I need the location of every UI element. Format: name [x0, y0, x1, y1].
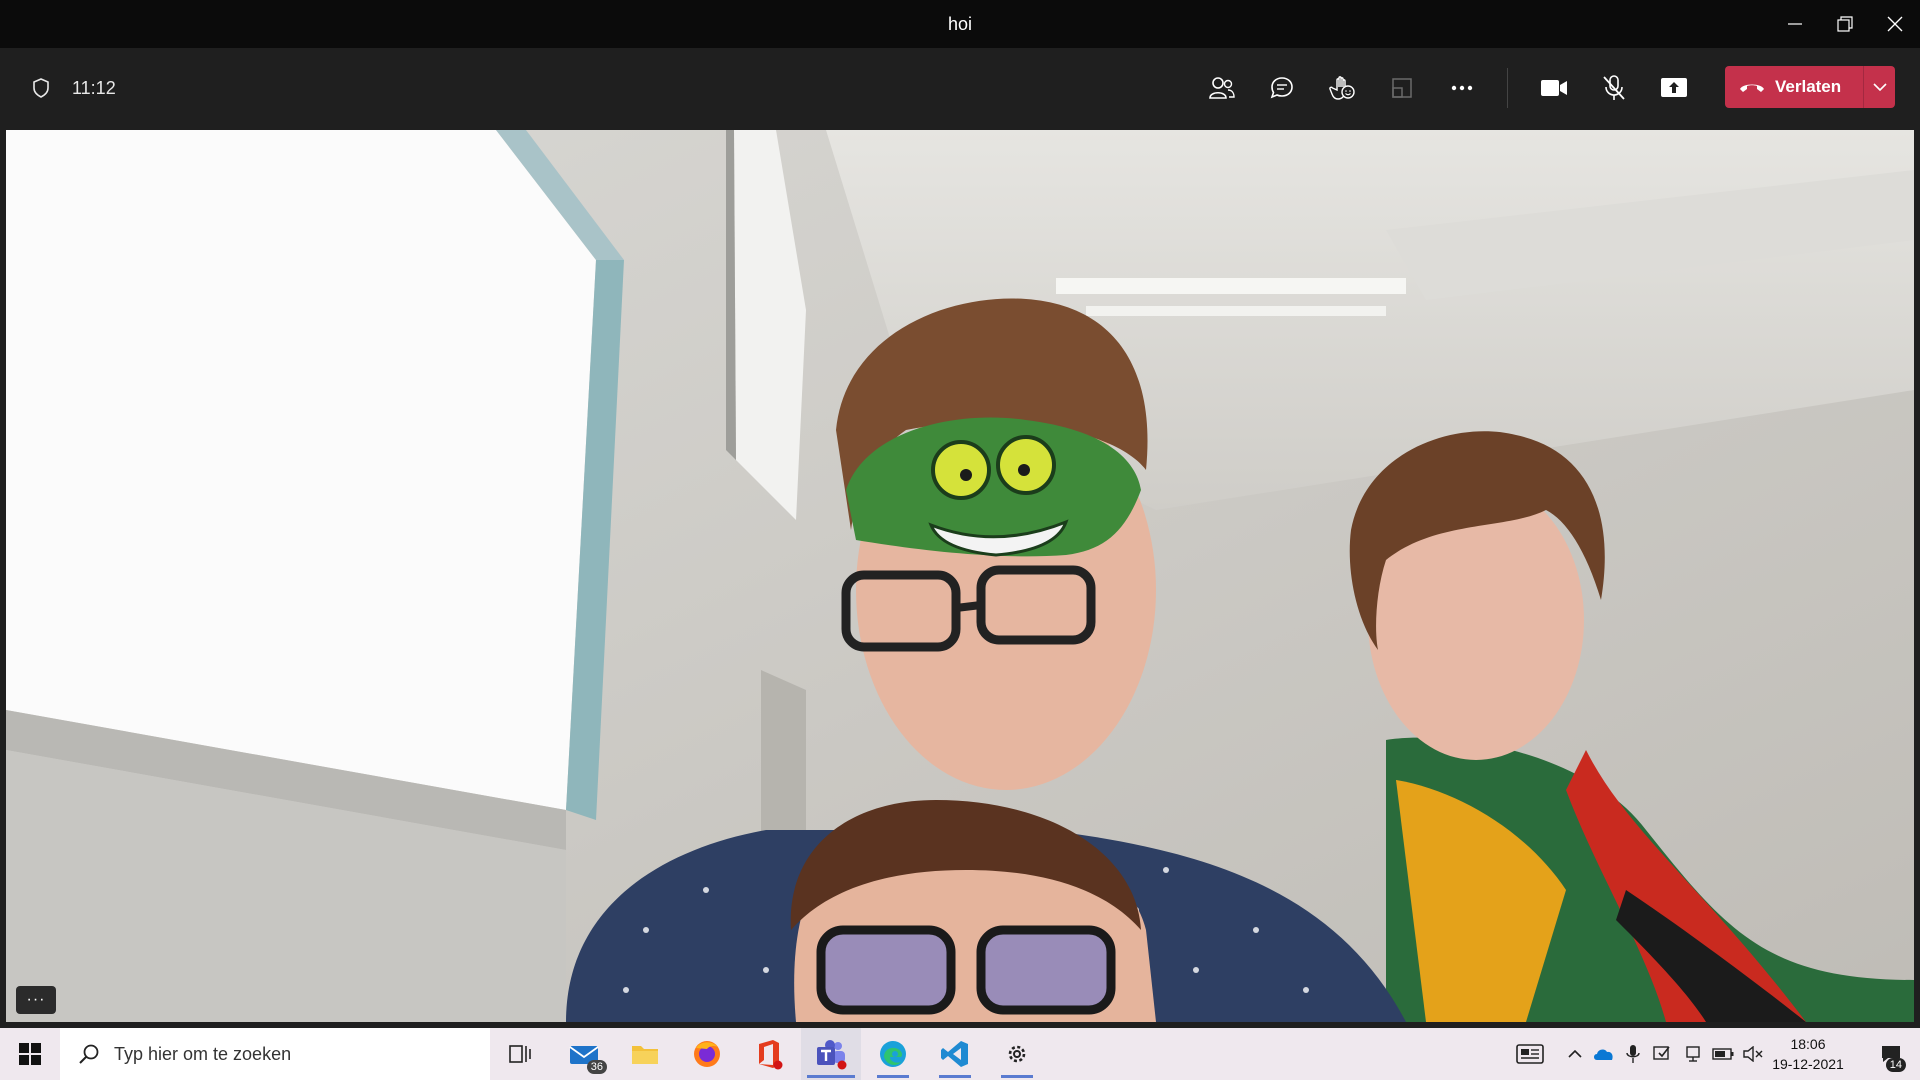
leave-button-group: Verlaten [1725, 66, 1895, 108]
notification-dot-icon [773, 1060, 783, 1070]
people-icon [1209, 77, 1235, 99]
start-button[interactable] [0, 1028, 60, 1080]
tray-overflow-button[interactable] [1562, 1028, 1588, 1080]
clock-time: 18:06 [1790, 1036, 1826, 1052]
mic-muted-icon [1603, 75, 1625, 100]
participant-video-image [6, 130, 1914, 1022]
leave-label: Verlaten [1775, 77, 1842, 96]
tray-volume[interactable] [1740, 1028, 1766, 1080]
folder-icon [632, 1046, 658, 1064]
vscode-icon [941, 1041, 968, 1067]
reactions-icon [1329, 76, 1355, 100]
chat-icon [1270, 77, 1293, 99]
network-icon [1653, 1046, 1670, 1060]
volume-muted-icon [1743, 1046, 1763, 1062]
phone-hangup-icon [1740, 84, 1764, 92]
chevron-down-icon [1872, 83, 1887, 91]
mail-app-button[interactable]: 36 [555, 1028, 615, 1080]
battery-icon [1712, 1048, 1734, 1060]
minimize-icon [1788, 23, 1802, 25]
clock-date: 19-12-2021 [1772, 1056, 1844, 1072]
action-center-button[interactable]: 14 [1866, 1028, 1916, 1080]
taskbar: Typ hier om te zoeken 36 18:06 19-12-202… [0, 1028, 1920, 1080]
restore-button[interactable] [1822, 0, 1868, 48]
taskbar-clock[interactable]: 18:06 19-12-2021 [1768, 1028, 1848, 1080]
video-feed [6, 130, 1914, 1022]
task-view-icon [509, 1045, 531, 1063]
chevron-up-icon [1568, 1050, 1582, 1058]
meeting-info: 11:12 [30, 48, 116, 128]
windows-logo-icon [19, 1043, 41, 1065]
camera-icon [1541, 80, 1567, 96]
more-actions-button[interactable] [1440, 66, 1484, 110]
edge-icon [880, 1041, 906, 1067]
rooms-button[interactable] [1380, 66, 1424, 110]
close-button[interactable] [1872, 0, 1918, 48]
news-icon [1516, 1044, 1544, 1064]
tray-battery[interactable] [1710, 1028, 1736, 1080]
location-icon [1686, 1046, 1700, 1062]
meeting-toolbar: 11:12 Verlaten [0, 48, 1920, 128]
tray-news-button[interactable] [1508, 1028, 1552, 1080]
toolbar-divider [1507, 68, 1508, 108]
video-more-button[interactable]: ··· [16, 986, 56, 1014]
camera-button[interactable] [1532, 66, 1576, 110]
office-button[interactable] [739, 1028, 799, 1080]
microphone-button[interactable] [1592, 66, 1636, 110]
meeting-timer: 11:12 [72, 77, 116, 98]
task-view-button[interactable] [490, 1028, 550, 1080]
teams-button[interactable] [801, 1028, 861, 1080]
notification-dot-icon [837, 1060, 847, 1070]
search-placeholder: Typ hier om te zoeken [114, 1043, 292, 1064]
edge-button[interactable] [863, 1028, 923, 1080]
leave-options-dropdown[interactable] [1864, 66, 1895, 108]
window-titlebar: hoi [0, 0, 1920, 48]
firefox-button[interactable] [677, 1028, 737, 1080]
settings-button[interactable] [987, 1028, 1047, 1080]
tray-network[interactable] [1650, 1028, 1676, 1080]
file-explorer-button[interactable] [615, 1028, 675, 1080]
gear-icon [1008, 1045, 1026, 1063]
search-icon [79, 1044, 99, 1064]
room-icon [1392, 78, 1412, 98]
minimize-button[interactable] [1772, 0, 1818, 48]
leave-button[interactable]: Verlaten [1725, 66, 1863, 108]
participants-button[interactable] [1200, 66, 1244, 110]
microphone-icon [1626, 1045, 1640, 1063]
cloud-icon [1594, 1049, 1613, 1060]
close-icon [1887, 16, 1903, 32]
share-screen-button[interactable] [1652, 66, 1696, 110]
shield-icon [33, 78, 49, 98]
reactions-button[interactable] [1320, 66, 1364, 110]
mail-unread-badge: 36 [586, 1060, 607, 1074]
firefox-icon [694, 1041, 720, 1067]
tray-onedrive[interactable] [1590, 1028, 1616, 1080]
search-box[interactable]: Typ hier om te zoeken [60, 1028, 490, 1080]
tray-microphone[interactable] [1620, 1028, 1646, 1080]
more-icon [1451, 85, 1473, 91]
window-title: hoi [947, 14, 973, 34]
restore-icon [1837, 16, 1853, 32]
share-icon [1661, 78, 1687, 97]
tray-meeting-indicator[interactable] [1680, 1028, 1706, 1080]
notification-count-badge: 14 [1885, 1058, 1906, 1072]
chat-button[interactable] [1260, 66, 1304, 110]
vscode-button[interactable] [925, 1028, 985, 1080]
